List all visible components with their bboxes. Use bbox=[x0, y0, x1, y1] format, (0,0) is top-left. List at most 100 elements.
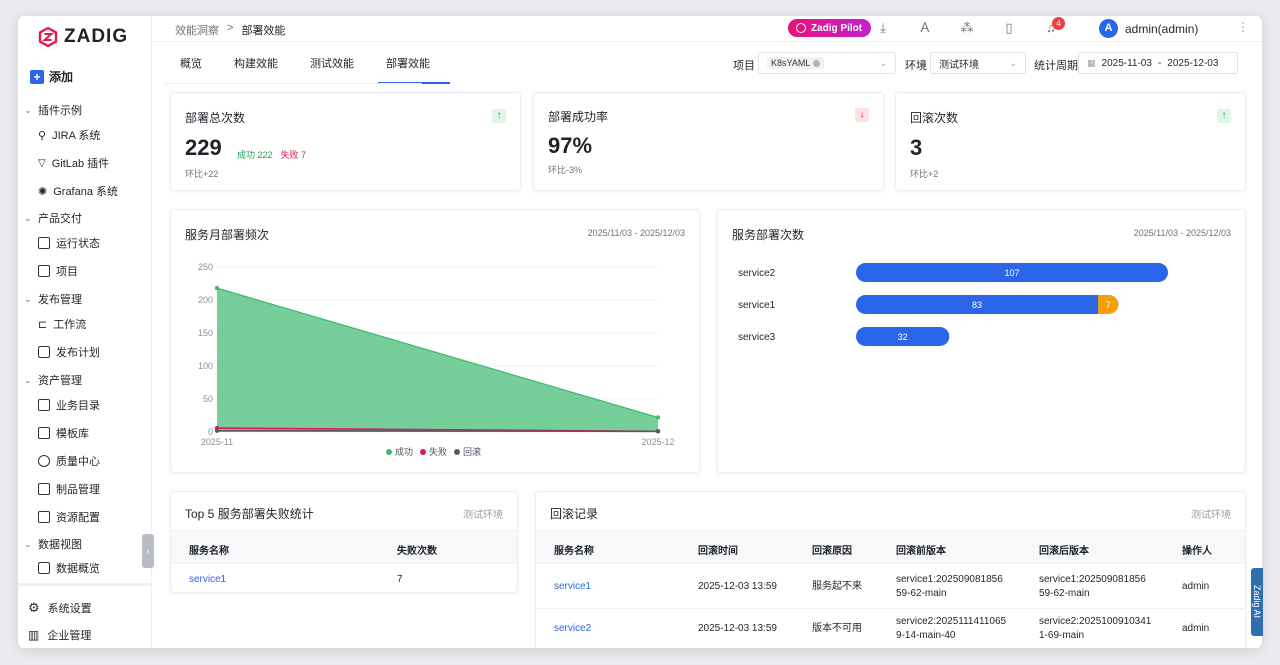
sidebar-item-catalog[interactable]: 业务目录 bbox=[38, 394, 148, 416]
stat-value: 97% bbox=[548, 133, 593, 158]
sidebar-item-artifacts[interactable]: 制品管理 bbox=[38, 478, 148, 500]
sidebar-item-templates[interactable]: 模板库 bbox=[38, 422, 148, 444]
zadig-ai-button[interactable]: Zadig AI bbox=[1251, 568, 1263, 636]
nav-group-assets[interactable]: ⌄ 资产管理 bbox=[24, 372, 82, 388]
sidebar-item-jira[interactable]: ⚲ JIRA 系统 bbox=[38, 124, 148, 146]
jira-icon: ⚲ bbox=[38, 129, 47, 142]
plus-icon: + bbox=[30, 69, 44, 84]
sidebar-item-data-overview[interactable]: 数据概览 bbox=[38, 557, 148, 579]
brand-name: ZADIG bbox=[64, 26, 129, 47]
column-header: 服务名称 bbox=[554, 546, 594, 557]
sidebar-item-release-plan[interactable]: 发布计划 bbox=[38, 341, 148, 363]
close-icon[interactable] bbox=[813, 59, 821, 67]
tabs-divider bbox=[164, 83, 422, 84]
sidebar-collapse-handle[interactable]: ‹ bbox=[142, 534, 154, 568]
table-env: 测试环境 bbox=[463, 510, 503, 521]
sidebar-item-label: 模板库 bbox=[56, 428, 89, 440]
column-header: 回滚原因 bbox=[812, 546, 852, 557]
chevron-down-icon: ⌄ bbox=[879, 57, 887, 68]
tab-bar: 概览 构建效能 测试效能 部署效能 bbox=[164, 42, 450, 84]
breadcrumb-parent[interactable]: 效能洞察 bbox=[175, 22, 219, 38]
zadig-pilot-button[interactable]: Zadig Pilot bbox=[788, 19, 872, 37]
version-before: service2:2025111411065 9-14-main-40 bbox=[896, 616, 1007, 641]
download-icon[interactable]: ⤓ bbox=[875, 20, 891, 36]
fail-count-cell: 7 bbox=[397, 574, 403, 585]
y-tick-label: 150 bbox=[198, 328, 213, 338]
sidebar-item-grafana[interactable]: ✺ Grafana 系统 bbox=[38, 180, 148, 202]
stat-breakdown: 成功 222 失败 7 bbox=[237, 148, 306, 161]
sidebar-item-quality[interactable]: 质量中心 bbox=[38, 450, 148, 472]
chevron-down-icon: ⌄ bbox=[24, 212, 32, 223]
chevron-down-icon: ⌄ bbox=[24, 104, 32, 115]
project-chip: K8sYAML bbox=[767, 57, 825, 69]
sidebar-item-label: 项目 bbox=[56, 266, 78, 278]
sidebar-item-label: 资源配置 bbox=[56, 512, 100, 524]
building-icon: ▥ bbox=[28, 628, 40, 642]
add-label: 添加 bbox=[49, 70, 74, 84]
project-select[interactable]: K8sYAML ⌄ bbox=[758, 52, 896, 74]
add-button[interactable]: + 添加 bbox=[30, 68, 73, 85]
date-range-picker[interactable]: ▦ 2025-11-03 - 2025-12-03 bbox=[1078, 52, 1238, 74]
project-label: 项目 bbox=[733, 60, 755, 72]
sidebar-item-resources[interactable]: 资源配置 bbox=[38, 506, 148, 528]
bar-value-label: 83 bbox=[972, 300, 982, 310]
chevron-down-icon: ⌄ bbox=[24, 293, 32, 304]
nav-group-plugins[interactable]: ⌄ 插件示例 bbox=[24, 102, 82, 118]
sidebar-item-gitlab[interactable]: ▽ GitLab 插件 bbox=[38, 152, 148, 174]
sidebar-item-enterprise[interactable]: ▥ 企业管理 bbox=[28, 627, 91, 643]
service-link[interactable]: service1 bbox=[189, 573, 226, 587]
category-label: service3 bbox=[738, 332, 776, 343]
category-label: service1 bbox=[738, 300, 776, 311]
username[interactable]: admin(admin) bbox=[1125, 22, 1198, 36]
sidebar-item-workflow[interactable]: ⊏ 工作流 bbox=[38, 313, 148, 335]
chevron-down-icon: ⌄ bbox=[24, 538, 32, 549]
y-tick-label: 100 bbox=[198, 361, 213, 371]
area-chart: 0 50 100 150 200 250 2025-11 2025-12 成功 失败 回滚 bbox=[198, 262, 675, 457]
table-title: Top 5 服务部署失败统计 bbox=[185, 507, 314, 521]
rollback-card: 回滚记录 测试环境 服务名称 回滚时间 回滚原因 回滚前版本 回滚后版本 操作人… bbox=[535, 491, 1246, 648]
sidebar-item-settings[interactable]: ⚙ 系统设置 bbox=[28, 600, 92, 616]
sidebar-item-label: 发布计划 bbox=[56, 347, 100, 359]
legend-swatch bbox=[454, 449, 460, 455]
tab-test[interactable]: 测试效能 bbox=[294, 42, 370, 84]
nav-group-data[interactable]: ⌄ 数据视图 bbox=[24, 536, 82, 552]
nav-group-delivery[interactable]: ⌄ 产品交付 bbox=[24, 210, 82, 226]
table-header: 服务名称 回滚时间 回滚原因 回滚前版本 回滚后版本 操作人 bbox=[536, 530, 1245, 564]
grafana-icon: ✺ bbox=[38, 185, 48, 198]
stat-value: 3 bbox=[910, 135, 923, 160]
logo[interactable]: ZADIG bbox=[38, 26, 128, 48]
apps-icon[interactable]: ⁂ bbox=[959, 20, 975, 36]
nav-group-label: 插件示例 bbox=[38, 105, 82, 117]
tab-deploy[interactable]: 部署效能 bbox=[370, 42, 450, 84]
breadcrumb-separator: > bbox=[227, 22, 234, 34]
sidebar-divider bbox=[18, 583, 152, 586]
env-select[interactable]: 测试环境 ⌄ bbox=[930, 52, 1026, 74]
nav-group-release[interactable]: ⌄ 发布管理 bbox=[24, 291, 82, 307]
app-window: ZADIG + 添加 ⌄ 插件示例 ⚲ JIRA 系统 ▽ GitLab 插件 … bbox=[18, 16, 1262, 648]
flask-icon bbox=[38, 455, 50, 467]
column-header: 回滚后版本 bbox=[1039, 546, 1089, 557]
translate-icon[interactable]: Ａ bbox=[917, 20, 933, 36]
service-link[interactable]: service1 bbox=[554, 580, 591, 594]
stat-title: 部署总次数 bbox=[185, 111, 246, 125]
breadcrumb-current: 部署效能 bbox=[241, 25, 286, 37]
docs-icon[interactable]: ▯ bbox=[1001, 20, 1017, 36]
row-divider bbox=[536, 608, 1245, 609]
tab-overview[interactable]: 概览 bbox=[164, 42, 218, 84]
sidebar-item-projects[interactable]: 项目 bbox=[38, 260, 148, 282]
table-title: 回滚记录 bbox=[550, 507, 599, 521]
template-icon bbox=[38, 427, 50, 439]
stat-compare: 环比+22 bbox=[185, 169, 219, 179]
service-link[interactable]: service2 bbox=[554, 622, 591, 636]
avatar[interactable]: A bbox=[1099, 19, 1118, 38]
table-env: 测试环境 bbox=[1191, 510, 1231, 521]
sidebar-item-label: 数据概览 bbox=[56, 563, 100, 575]
fail-count: 失败 7 bbox=[280, 150, 307, 160]
sidebar-item-runtime[interactable]: 运行状态 bbox=[38, 232, 148, 254]
tab-build[interactable]: 构建效能 bbox=[218, 42, 294, 84]
legend-swatch bbox=[386, 449, 392, 455]
more-icon[interactable]: ⋮ bbox=[1237, 20, 1249, 34]
bar-value-label: 107 bbox=[1004, 268, 1019, 278]
arrow-up-icon: ↑ bbox=[1217, 109, 1231, 123]
arrow-down-icon: ↓ bbox=[855, 108, 869, 122]
